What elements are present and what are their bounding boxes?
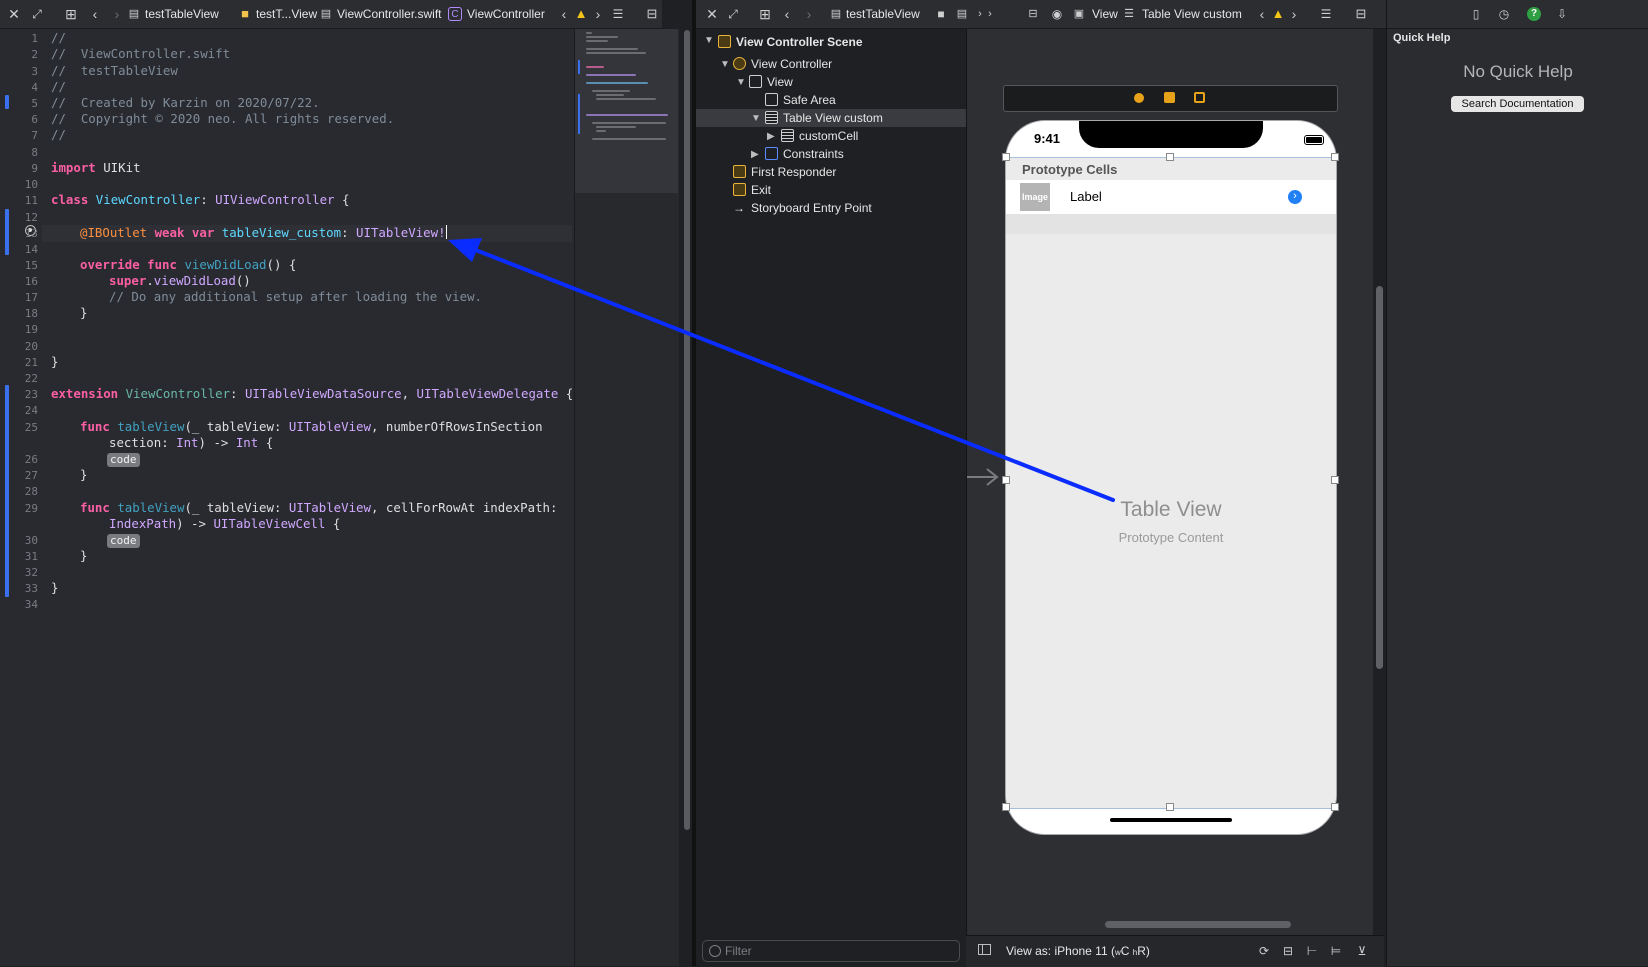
search-documentation-button[interactable]: Search Documentation [1451, 96, 1584, 112]
quick-help-inspector: ▯ ◷ ? ⇩ Quick Help No Quick Help Search … [1386, 0, 1648, 966]
no-quick-help-text: No Quick Help [1463, 62, 1573, 81]
quick-help-icon[interactable]: ? [1527, 7, 1541, 21]
inspector-tab-bar: ▯ ◷ ? ⇩ [1387, 0, 1648, 29]
history-inspector-icon[interactable]: ◷ [1495, 0, 1513, 28]
identity-inspector-icon[interactable]: ⇩ [1553, 0, 1571, 28]
file-inspector-icon[interactable]: ▯ [1467, 0, 1485, 28]
inspector-title: Quick Help [1393, 32, 1451, 44]
